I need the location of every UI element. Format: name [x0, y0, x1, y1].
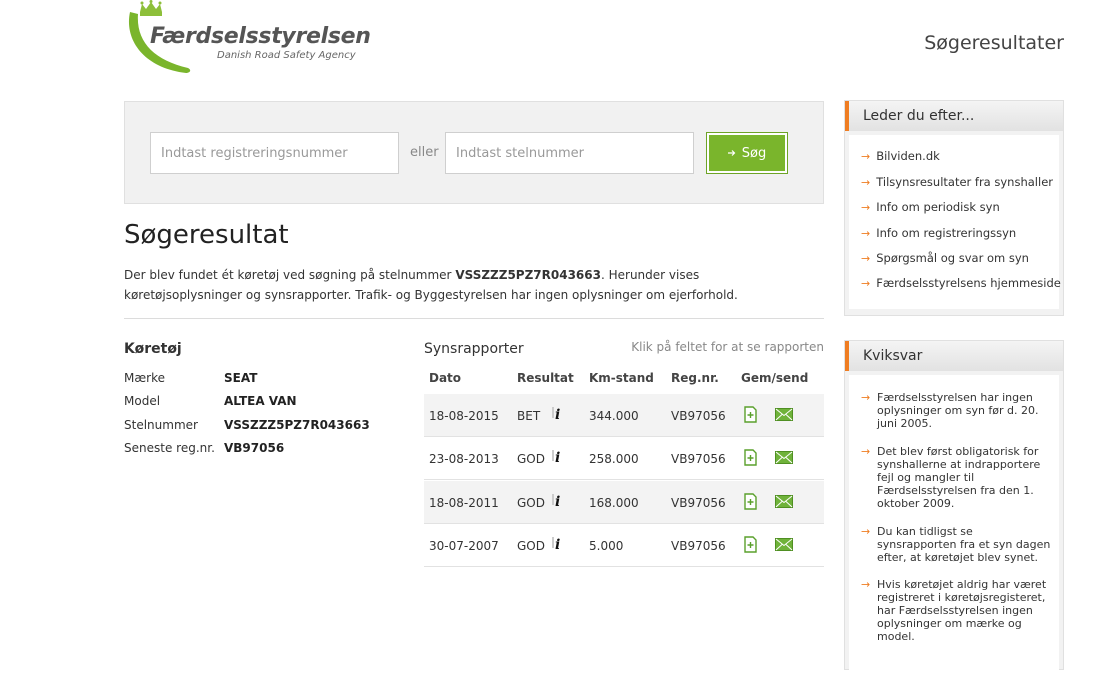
faq-text: Hvis køretøjet aldrig har været registre… [877, 578, 1047, 643]
sidebar-link-homepage[interactable]: → Færdselsstyrelsens hjemmeside [861, 276, 1061, 290]
email-icon[interactable] [775, 408, 793, 421]
arrow-right-icon: → [861, 277, 871, 290]
sidebar-link-label: Spørgsmål og svar om syn [876, 251, 1029, 265]
save-pdf-icon[interactable] [744, 449, 757, 466]
report-row[interactable]: 18-08-2011 GOD i 168.000 VB97056 [424, 481, 824, 524]
or-label: eller [410, 145, 439, 160]
report-regnr: VB97056 [671, 496, 726, 510]
report-result: BET [517, 409, 541, 423]
report-regnr: VB97056 [671, 452, 726, 466]
vehicle-value-regnr: VB97056 [224, 441, 285, 455]
vehicle-title: Køretøj [124, 341, 182, 357]
report-regnr: VB97056 [671, 409, 726, 423]
arrow-right-icon: → [861, 150, 871, 163]
faq-item: → Det blev først obligatorisk for synshal… [861, 445, 1051, 510]
vehicle-value-model: ALTEA VAN [224, 394, 297, 408]
sidebar-link-label: Tilsynsresultater fra synshaller [876, 175, 1053, 189]
sidebar-link-label: Bilviden.dk [876, 149, 940, 163]
sidebar-link-label: Færdselsstyrelsens hjemmeside [876, 276, 1061, 290]
sidebar-link-periodisk-syn[interactable]: → Info om periodisk syn [861, 200, 1000, 214]
faq-item: → Færdselsstyrelsen har ingen oplysninger… [861, 391, 1051, 430]
arrow-right-icon: → [861, 227, 871, 240]
sidebar-link-tilsynsresultater[interactable]: → Tilsynsresultater fra synshaller [861, 175, 1053, 189]
vehicle-value-vin: VSSZZZ5PZ7R043663 [224, 418, 370, 432]
report-date: 18-08-2015 [429, 409, 499, 423]
sidebar-link-registreringssyn[interactable]: → Info om registreringssyn [861, 226, 1016, 240]
save-pdf-icon[interactable] [744, 406, 757, 423]
report-km: 258.000 [589, 452, 639, 466]
col-header-save-send: Gem/send [741, 371, 809, 385]
result-description: Der blev fundet ét køretøj ved søgning p… [124, 265, 814, 305]
col-header-date: Dato [429, 371, 462, 385]
col-header-regnr: Reg.nr. [671, 371, 719, 385]
report-date: 30-07-2007 [429, 539, 499, 553]
reports-title: Synsrapporter [424, 341, 524, 357]
report-result: GOD [517, 452, 545, 466]
report-km: 5.000 [589, 539, 624, 553]
vehicle-label-regnr: Seneste reg.nr. [124, 441, 215, 455]
vehicle-label-vin: Stelnummer [124, 418, 198, 432]
report-km: 168.000 [589, 496, 639, 510]
faq-text: Færdselsstyrelsen har ingen oplysninger … [877, 391, 1039, 430]
arrow-right-icon [727, 150, 736, 156]
arrow-right-icon: → [861, 578, 871, 591]
arrow-right-icon: → [861, 391, 871, 404]
page-heading: Søgeresultater [924, 32, 1064, 54]
report-km: 344.000 [589, 409, 639, 423]
sidebar-link-faq[interactable]: → Spørgsmål og svar om syn [861, 251, 1029, 265]
info-icon[interactable]: i [552, 407, 569, 423]
sidebar-faq-title: Kviksvar [845, 341, 1063, 371]
sidebar-link-label: Info om periodisk syn [876, 200, 1000, 214]
email-icon[interactable] [775, 451, 793, 464]
sidebar-links-title: Leder du efter... [845, 101, 1063, 131]
vin-input[interactable] [445, 132, 694, 174]
arrow-right-icon: → [861, 201, 871, 214]
search-button-label: Søg [741, 145, 767, 161]
sidebar-faq-box: Kviksvar → Færdselsstyrelsen har ingen op… [844, 340, 1064, 675]
sidebar-faq-list: → Færdselsstyrelsen har ingen oplysninger… [849, 375, 1059, 675]
logo-tagline: Danish Road Safety Agency [217, 50, 356, 61]
search-button[interactable]: Søg [706, 132, 788, 174]
logo-name: Færdselsstyrelsen [150, 24, 371, 49]
sidebar-links-box: Leder du efter... → Bilviden.dk → Tilsynsr… [844, 100, 1064, 316]
arrow-right-icon: → [861, 176, 871, 189]
result-title: Søgeresultat [124, 220, 289, 250]
email-icon[interactable] [775, 538, 793, 551]
save-pdf-icon[interactable] [744, 536, 757, 553]
save-pdf-icon[interactable] [744, 493, 757, 510]
arrow-right-icon: → [861, 525, 871, 538]
info-icon[interactable]: i [552, 450, 569, 466]
vehicle-label-make: Mærke [124, 371, 165, 385]
sidebar-link-label: Info om registreringssyn [876, 226, 1017, 240]
result-desc-before: Der blev fundet ét køretøj ved søgning p… [124, 268, 456, 282]
report-date: 18-08-2011 [429, 496, 499, 510]
result-desc-vin: VSSZZZ5PZ7R043663 [455, 268, 601, 282]
report-result: GOD [517, 496, 545, 510]
col-header-result: Resultat [517, 371, 574, 385]
arrow-right-icon: → [861, 445, 871, 458]
faq-text: Det blev først obligatorisk for synshall… [877, 445, 1041, 510]
info-icon[interactable]: i [552, 494, 569, 510]
report-regnr: VB97056 [671, 539, 726, 553]
faq-item: → Hvis køretøjet aldrig har været registr… [861, 578, 1051, 643]
email-icon[interactable] [775, 495, 793, 508]
faq-item: → Du kan tidligst se synsrapporten fra et… [861, 525, 1051, 564]
divider [124, 318, 824, 319]
reports-hint: Klik på feltet for at se rapporten [631, 340, 824, 354]
report-date: 23-08-2013 [429, 452, 499, 466]
col-header-km: Km-stand [589, 371, 654, 385]
search-panel: eller Søg [124, 101, 824, 204]
arrow-right-icon: → [861, 252, 871, 265]
report-row[interactable]: 30-07-2007 GOD i 5.000 VB97056 [424, 524, 824, 567]
info-icon[interactable]: i [552, 537, 569, 553]
report-result: GOD [517, 539, 545, 553]
faq-text: Du kan tidligst se synsrapporten fra et … [877, 525, 1051, 564]
report-row[interactable]: 23-08-2013 GOD i 258.000 VB97056 [424, 437, 824, 480]
report-row[interactable]: 18-08-2015 BET i 344.000 VB97056 [424, 394, 824, 437]
vehicle-value-make: SEAT [224, 371, 258, 385]
registration-number-input[interactable] [150, 132, 399, 174]
sidebar-link-bilviden[interactable]: → Bilviden.dk [861, 149, 940, 163]
sidebar-links-list: → Bilviden.dk → Tilsynsresultater fra syns… [849, 135, 1061, 309]
vehicle-label-model: Model [124, 394, 161, 408]
